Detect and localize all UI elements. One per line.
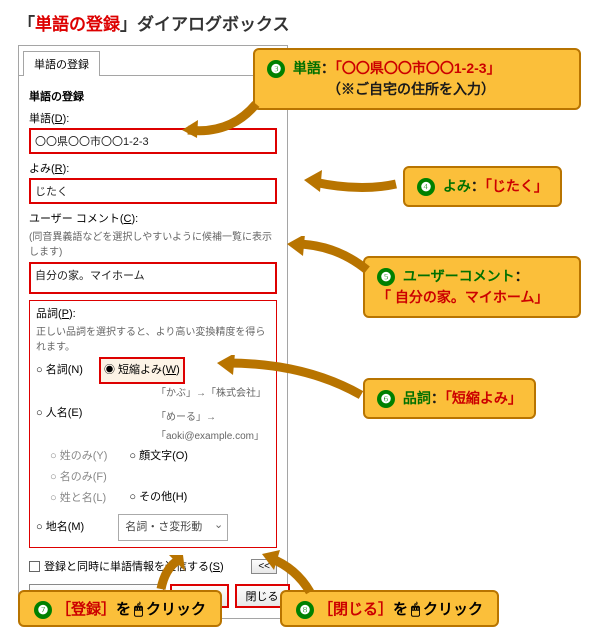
radio-meinomi: ○ 名のみ(F): [50, 467, 107, 488]
comment-input[interactable]: 自分の家。マイホーム: [29, 262, 277, 294]
callout-8: ❽［閉じる］を🖱クリック: [280, 590, 499, 627]
comment-label: ユーザー コメント(C):: [29, 210, 277, 226]
example-1: 「かぶ」→「株式会社」: [156, 384, 270, 403]
radio-seimei: ○ 姓と名(L): [50, 488, 107, 509]
mouse-icon: 🖱: [134, 601, 143, 618]
tango-label: 単語(D):: [29, 110, 277, 126]
dialog-header: 単語の登録: [29, 88, 277, 104]
checkbox-icon: [29, 561, 40, 572]
word-register-dialog: 単語の登録 単語の登録 単語(D): 〇〇県〇〇市〇〇1-2-3 よみ(R): …: [18, 45, 288, 619]
arrow-4-icon: [300, 168, 400, 198]
callout-7: ❼［登録］を🖱クリック: [18, 590, 222, 627]
radio-kaomoji[interactable]: ○ 顔文字(O): [129, 446, 188, 467]
comment-hint: (同音異義語などを選択しやすいように候補一覧に表示します): [29, 228, 277, 258]
callout-3: ❸ 単語：「〇〇県〇〇市〇〇1-2-3」 （※ご自宅の住所を入力）: [253, 48, 581, 110]
collapse-button[interactable]: <<: [251, 559, 277, 574]
hinshi-group: 品詞(P): 正しい品詞を選択すると、より高い変換精度を得られます。 ○ 名詞(…: [29, 300, 277, 548]
example-2: 「めーる」→「aoki@example.com」: [156, 408, 270, 446]
hinshi-hint: 正しい品詞を選択すると、より高い変換精度を得られます。: [36, 323, 270, 353]
radio-seinomi: ○ 姓のみ(Y): [50, 446, 107, 467]
arrow-5-icon: [285, 236, 375, 276]
callout-6: ❻ 品詞：「短縮よみ」: [363, 378, 536, 419]
tab-word-register[interactable]: 単語の登録: [23, 51, 100, 76]
hinshi-select[interactable]: 名詞・さ変形動: [118, 514, 228, 541]
checkbox-label: 登録と同時に単語情報を送信する(S): [44, 558, 224, 574]
radio-tanshuku[interactable]: ◉ 短縮よみ(W): [99, 357, 185, 384]
callout-4: ❹ よみ：「じたく」: [403, 166, 562, 207]
page-title: 「単語の登録」ダイアログボックス: [18, 10, 590, 35]
callout-5: ❺ ユーザーコメント： 「 自分の家。マイホーム」: [363, 256, 581, 318]
yomi-input[interactable]: じたく: [29, 178, 277, 204]
radio-meishi[interactable]: ○ 名詞(N): [36, 360, 83, 381]
radio-jinmei[interactable]: ○ 人名(E): [36, 403, 82, 424]
send-info-checkbox[interactable]: 登録と同時に単語情報を送信する(S) <<: [29, 558, 277, 574]
yomi-label: よみ(R):: [29, 160, 277, 176]
radio-chimei[interactable]: ○ 地名(M): [36, 517, 84, 538]
mouse-icon: 🖱: [411, 601, 420, 618]
radio-sonota[interactable]: ○ その他(H): [129, 487, 188, 508]
tango-input[interactable]: 〇〇県〇〇市〇〇1-2-3: [29, 128, 277, 154]
